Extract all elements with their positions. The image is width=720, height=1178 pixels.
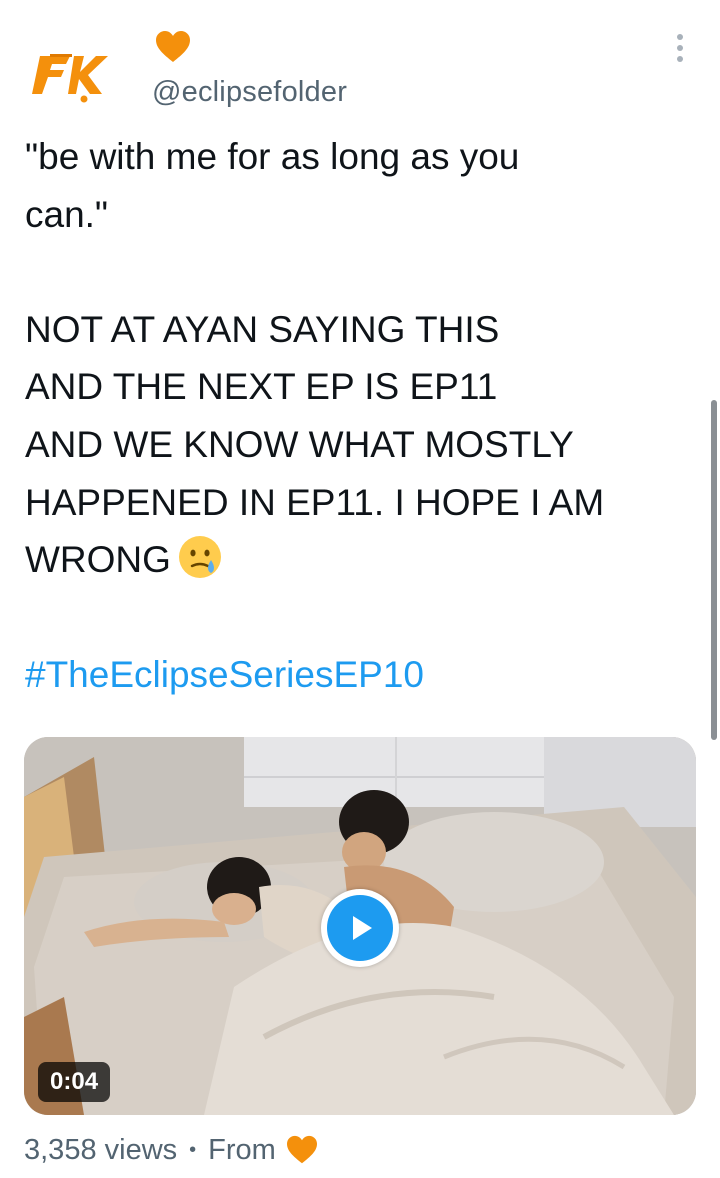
play-button-inner xyxy=(327,895,393,961)
avatar[interactable] xyxy=(30,44,130,104)
tweet-line: "be with me for as long as you xyxy=(25,136,520,177)
tweet-line-with-emoji: WRONG xyxy=(25,531,695,589)
tweet-line: WRONG xyxy=(25,539,171,581)
tweet-line: AND WE KNOW WHAT MOSTLY xyxy=(25,423,574,465)
play-button[interactable] xyxy=(321,889,399,967)
more-options-button[interactable] xyxy=(668,30,692,66)
tweet-line: NOT AT AYAN SAYING THIS xyxy=(25,308,500,350)
tweet-line: can." xyxy=(25,193,109,235)
crying-face-emoji-icon xyxy=(178,536,221,579)
play-icon xyxy=(353,916,372,940)
hashtag-link[interactable]: #TheEclipseSeriesEP10 xyxy=(25,646,695,704)
fk-logo-icon xyxy=(32,54,108,103)
orange-heart-icon[interactable] xyxy=(286,1135,318,1165)
tweet-meta: 3,358 views • From xyxy=(24,1130,318,1170)
video-duration-badge: 0:04 xyxy=(38,1062,111,1102)
from-label[interactable]: From xyxy=(208,1134,276,1167)
more-dot xyxy=(677,56,683,62)
scrollbar[interactable] xyxy=(711,400,717,740)
video-player[interactable]: 0:04 xyxy=(24,737,696,1115)
orange-heart-icon xyxy=(156,31,190,62)
tweet-header: @eclipsefolder xyxy=(0,0,720,120)
view-count: 3,358 views xyxy=(24,1133,178,1166)
tweet-line: HAPPENED IN EP11. I HOPE I AM xyxy=(25,481,605,523)
author-handle[interactable]: @eclipsefolder xyxy=(152,76,347,109)
tweet-line: AND THE NEXT EP IS EP11 xyxy=(25,366,498,408)
tweet-text: "be with me for as long as you can." NOT… xyxy=(25,128,695,704)
more-dot xyxy=(677,34,683,40)
meta-separator: • xyxy=(189,1138,197,1161)
more-dot xyxy=(677,45,683,51)
